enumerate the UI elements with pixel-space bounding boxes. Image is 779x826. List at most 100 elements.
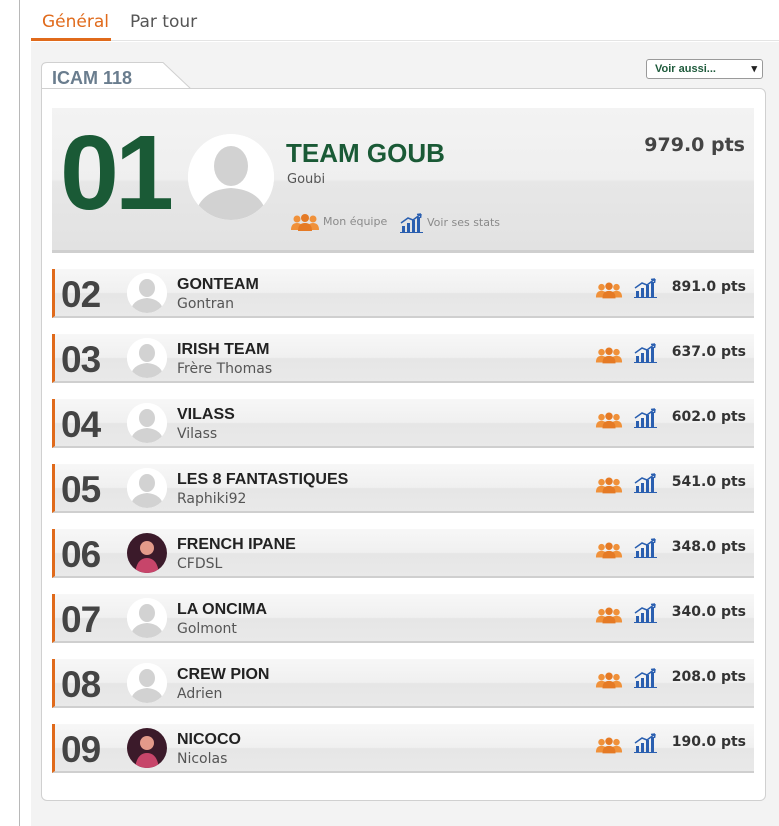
row-points: 541.0 pts — [671, 474, 746, 490]
row-team-name: FRENCH IPANE — [177, 536, 296, 553]
team-icon[interactable] — [595, 281, 623, 303]
row-points: 637.0 pts — [671, 344, 746, 360]
ranking-row[interactable]: 05 LES 8 FANTASTIQUES Raphiki92 541.0 pts — [52, 464, 754, 513]
stats-chart-icon — [634, 538, 657, 558]
row-rank: 04 — [61, 404, 101, 445]
team-icon — [595, 737, 623, 754]
user-photo-icon — [127, 728, 167, 768]
row-username: Vilass — [177, 426, 218, 442]
row-points: 190.0 pts — [671, 734, 746, 750]
stats-chart-icon — [400, 213, 423, 233]
tabs-divider — [111, 40, 779, 41]
team-icon[interactable] — [595, 606, 623, 628]
row-avatar — [127, 403, 167, 443]
row-username: Nicolas — [177, 751, 228, 767]
leader-team-name: TEAM GOUB — [286, 138, 445, 168]
ranking-row[interactable]: 06 FRENCH IPANE CFDSL 348.0 pts — [52, 529, 754, 578]
default-avatar-icon — [127, 403, 167, 443]
main-area: Général Par tour ICAM 118 Voir aussi... … — [31, 0, 779, 826]
team-icon — [595, 477, 623, 494]
my-team-link[interactable]: Mon équipe — [290, 213, 387, 231]
team-icon[interactable] — [595, 736, 623, 758]
row-points: 340.0 pts — [671, 604, 746, 620]
ranking-row[interactable]: 08 CREW PION Adrien 208.0 pts — [52, 659, 754, 708]
default-avatar-icon — [127, 663, 167, 703]
leader-card[interactable]: 01 TEAM GOUB Goubi 979.0 pts Mon équipe — [52, 108, 754, 253]
row-team-name: LA ONCIMA — [177, 601, 268, 618]
row-team-name: VILASS — [177, 406, 235, 423]
stats-chart-icon — [634, 343, 657, 363]
league-name: ICAM 118 — [52, 68, 133, 88]
stats-chart-icon — [634, 668, 657, 688]
row-username: Raphiki92 — [177, 491, 247, 507]
stats-chart-icon[interactable] — [634, 668, 658, 692]
stats-chart-icon — [634, 603, 657, 623]
stats-chart-icon — [634, 473, 657, 493]
ranking-row[interactable]: 02 GONTEAM Gontran 891.0 pts — [52, 269, 754, 318]
row-avatar — [127, 728, 167, 768]
tab-par-tour[interactable]: Par tour — [130, 12, 197, 32]
stats-chart-icon[interactable] — [634, 343, 658, 367]
team-icon[interactable] — [595, 671, 623, 693]
default-avatar-icon — [188, 134, 274, 220]
row-team-name: CREW PION — [177, 666, 270, 683]
row-rank: 08 — [61, 664, 101, 705]
team-icon — [595, 347, 623, 364]
default-avatar-icon — [127, 468, 167, 508]
row-username: Gontran — [177, 296, 234, 312]
stats-chart-icon[interactable] — [634, 473, 658, 497]
leader-avatar — [188, 134, 274, 220]
team-icon[interactable] — [595, 346, 623, 368]
row-rank: 03 — [61, 339, 101, 380]
league-tab: ICAM 118 — [41, 62, 221, 90]
team-icon[interactable] — [595, 541, 623, 563]
row-points: 891.0 pts — [671, 279, 746, 295]
row-points: 208.0 pts — [671, 669, 746, 685]
stats-chart-icon — [634, 278, 657, 298]
row-team-name: NICOCO — [177, 731, 241, 748]
team-icon — [595, 672, 623, 689]
row-rank: 06 — [61, 534, 101, 575]
team-icon — [595, 412, 623, 429]
see-also-select-value: Voir aussi... — [655, 63, 716, 75]
view-stats-link[interactable]: Voir ses stats — [400, 213, 500, 233]
stats-chart-icon — [634, 408, 657, 428]
stats-chart-icon[interactable] — [634, 278, 658, 302]
row-username: Golmont — [177, 621, 237, 637]
tabs-bar: Général Par tour — [31, 0, 779, 42]
row-team-name: IRISH TEAM — [177, 341, 270, 358]
row-rank: 05 — [61, 469, 101, 510]
leader-username: Goubi — [287, 172, 326, 187]
chevron-down-icon: ▾ — [751, 63, 757, 75]
tab-general[interactable]: Général — [42, 12, 109, 32]
ranking-row[interactable]: 04 VILASS Vilass 602.0 pts — [52, 399, 754, 448]
stats-chart-icon[interactable] — [634, 733, 658, 757]
row-avatar — [127, 533, 167, 573]
row-avatar — [127, 338, 167, 378]
see-also-select[interactable]: Voir aussi... ▾ — [646, 59, 763, 79]
row-team-name: LES 8 FANTASTIQUES — [177, 471, 349, 488]
leader-points: 979.0 pts — [644, 134, 745, 156]
active-tab-indicator — [31, 38, 111, 41]
team-icon — [291, 214, 319, 231]
default-avatar-icon — [127, 273, 167, 313]
stats-chart-icon[interactable] — [634, 408, 658, 432]
leader-rank: 01 — [60, 114, 174, 232]
stats-chart-icon[interactable] — [634, 603, 658, 627]
stats-chart-icon[interactable] — [634, 538, 658, 562]
user-photo-icon — [127, 533, 167, 573]
ranking-row[interactable]: 03 IRISH TEAM Frère Thomas 637.0 pts — [52, 334, 754, 383]
row-username: Adrien — [177, 686, 223, 702]
row-team-name: GONTEAM — [177, 276, 259, 293]
row-avatar — [127, 598, 167, 638]
my-team-label: Mon équipe — [323, 215, 388, 228]
ranking-row[interactable]: 09 NICOCO Nicolas 190.0 pts — [52, 724, 754, 773]
view-stats-label: Voir ses stats — [427, 216, 501, 229]
team-icon[interactable] — [595, 476, 623, 498]
team-icon — [595, 607, 623, 624]
team-icon[interactable] — [595, 411, 623, 433]
row-points: 348.0 pts — [671, 539, 746, 555]
row-avatar — [127, 468, 167, 508]
ranking-row[interactable]: 07 LA ONCIMA Golmont 340.0 pts — [52, 594, 754, 643]
row-avatar — [127, 663, 167, 703]
